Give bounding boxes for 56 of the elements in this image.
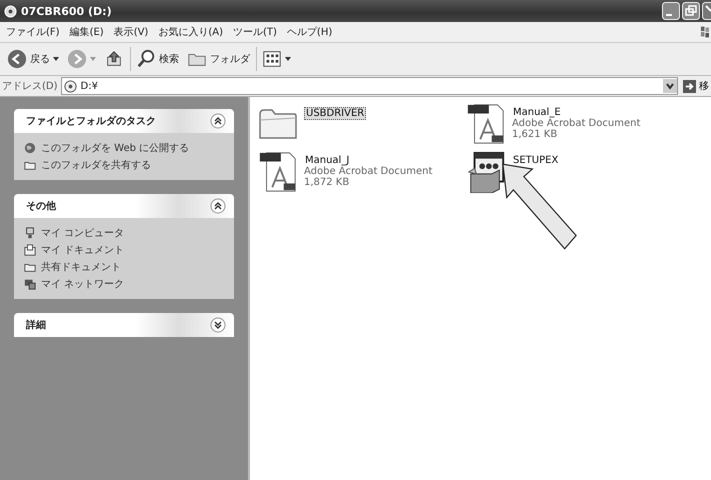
search-button[interactable]: 検索 xyxy=(133,47,182,71)
pdf-file-icon[interactable] xyxy=(258,151,298,193)
globe-icon xyxy=(24,142,36,154)
computer-icon xyxy=(24,227,36,239)
task-link[interactable]: このフォルダを Web に公開する xyxy=(41,141,190,155)
disc-icon xyxy=(64,80,77,92)
file-name[interactable]: SETUPEX xyxy=(512,155,560,166)
chevron-icon[interactable] xyxy=(210,113,226,129)
window-title: 07CBR600 (D:) xyxy=(21,4,112,18)
views-grid-icon xyxy=(262,49,282,69)
dropdown-icon xyxy=(285,57,291,61)
back-button[interactable]: 戻る xyxy=(4,47,62,71)
minimize-button[interactable] xyxy=(662,2,680,20)
go-arrow-icon xyxy=(683,80,696,92)
chevron-icon[interactable] xyxy=(210,198,226,214)
task-link[interactable]: このフォルダを共有する xyxy=(41,158,151,172)
chevron-icon[interactable] xyxy=(210,317,226,333)
task-link[interactable]: マイ コンピュータ xyxy=(41,226,124,240)
dropdown-icon xyxy=(53,57,59,61)
menu-item[interactable]: ツール(T) xyxy=(233,25,277,39)
task-link[interactable]: 共有ドキュメント xyxy=(41,260,121,274)
file-size: 1,872 KB xyxy=(304,177,350,188)
folder-icon xyxy=(24,261,36,273)
shared-folder-icon xyxy=(24,159,36,171)
pdf-file-icon[interactable] xyxy=(466,103,506,145)
address-label: アドレス(D) xyxy=(2,80,58,93)
folders-button[interactable]: フォルダ xyxy=(184,47,257,71)
menu-item[interactable]: 編集(E) xyxy=(70,25,104,39)
restore-button[interactable] xyxy=(682,2,700,20)
menu-item[interactable]: ヘルプ(H) xyxy=(286,25,332,39)
panel-header[interactable]: その他 xyxy=(14,194,234,218)
file-name[interactable]: Manual_J xyxy=(304,155,350,166)
close-button[interactable] xyxy=(702,2,711,20)
setup-program-icon[interactable] xyxy=(466,151,506,193)
windows-logo-icon xyxy=(700,24,709,40)
task-link[interactable]: マイ ネットワーク xyxy=(41,277,124,291)
file-type: Adobe Acrobat Document xyxy=(512,118,640,129)
file-name[interactable]: USBDRIVER xyxy=(304,107,366,120)
dropdown-icon xyxy=(90,57,96,61)
disc-icon xyxy=(4,4,17,18)
search-icon xyxy=(136,49,156,69)
document-folder-icon xyxy=(24,244,36,256)
menu-item[interactable]: お気に入り(A) xyxy=(158,25,223,39)
menu-item[interactable]: 表示(V) xyxy=(114,25,148,39)
go-button[interactable]: 移 xyxy=(681,79,709,93)
dropdown-icon[interactable] xyxy=(663,79,677,93)
file-name[interactable]: Manual_E xyxy=(512,107,562,118)
menu-item[interactable]: ファイル(F) xyxy=(6,25,60,39)
file-type: Adobe Acrobat Document xyxy=(304,166,432,177)
task-link[interactable]: マイ ドキュメント xyxy=(41,243,124,257)
up-folder-icon xyxy=(104,49,124,69)
file-size: 1,621 KB xyxy=(512,129,558,140)
panel-header[interactable]: 詳細 xyxy=(14,313,234,337)
network-icon xyxy=(24,278,36,290)
address-field[interactable]: D:¥ xyxy=(60,77,678,95)
panel-header[interactable]: ファイルとフォルダのタスク xyxy=(14,109,234,133)
